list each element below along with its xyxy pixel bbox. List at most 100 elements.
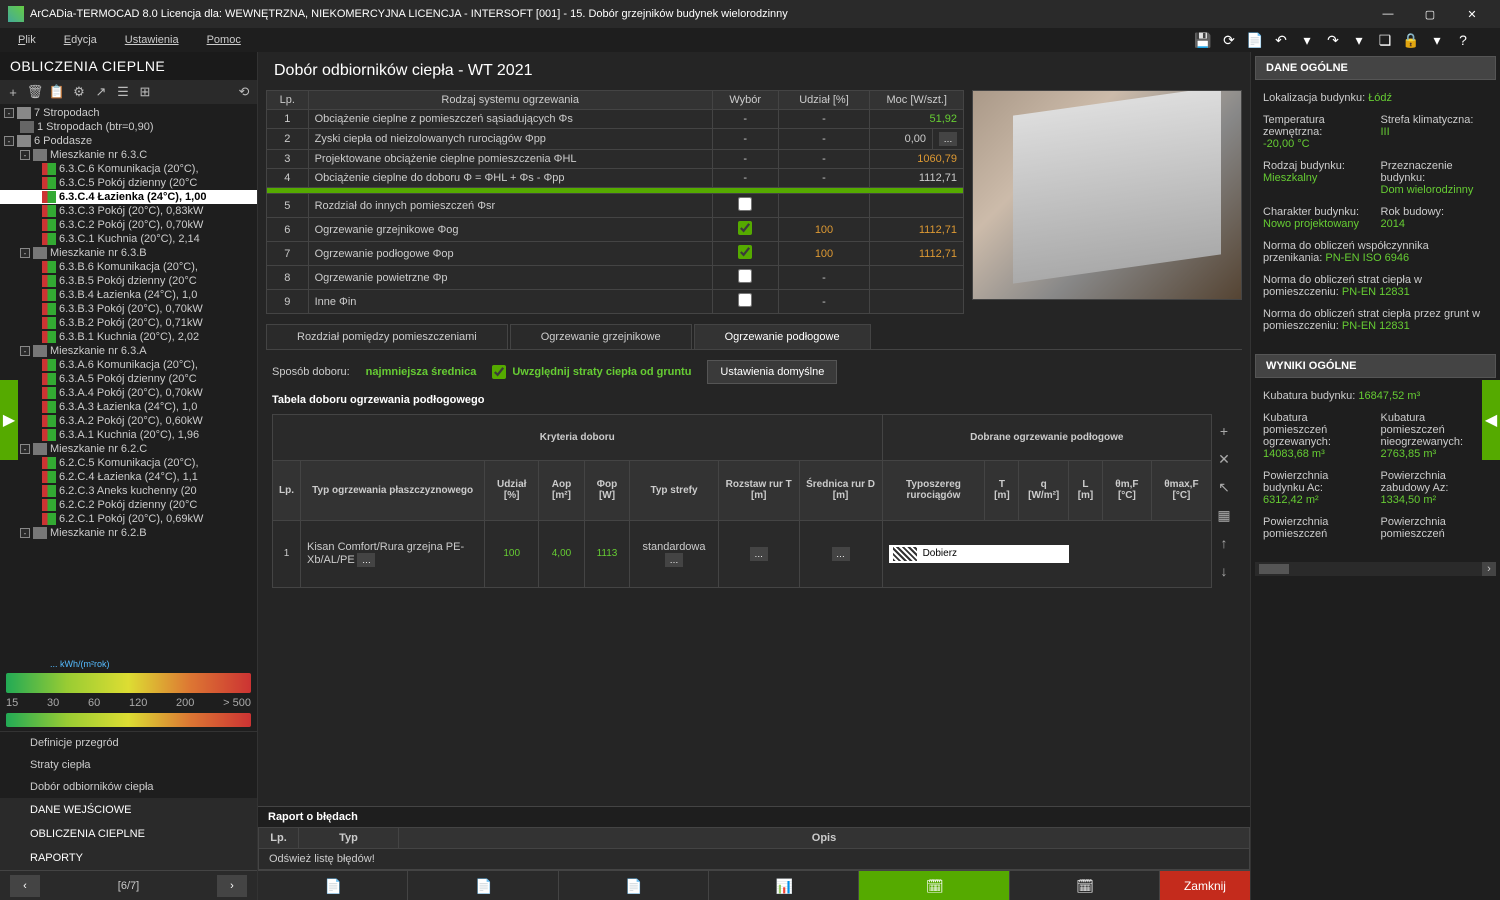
remove-row-icon[interactable]: ✕ [1215,450,1233,468]
tree-node[interactable]: 6.2.C.2 Pokój dzienny (20°C [0,498,257,512]
tree-node[interactable]: -Mieszkanie nr 6.2.C [0,442,257,456]
tab-rozdzial[interactable]: Rozdział pomiędzy pomieszczeniami [266,324,508,349]
edit-button[interactable]: … [939,132,957,146]
pager-next[interactable]: › [217,875,247,897]
tree-node[interactable]: -Mieszkanie nr 6.3.B [0,246,257,260]
bottom-seg-2[interactable]: 📄 [408,871,558,900]
tree-node[interactable]: 6.3.B.3 Pokój (20°C), 0,70kW [0,302,257,316]
move-up-icon[interactable]: ↑ [1215,534,1233,552]
tree-node[interactable]: 6.2.C.4 Łazienka (24°C), 1,1 [0,470,257,484]
undo-dropdown-icon[interactable]: ▾ [1298,31,1316,49]
redo-dropdown-icon[interactable]: ▾ [1350,31,1368,49]
tree-node[interactable]: 6.3.A.6 Komunikacja (20°C), [0,358,257,372]
tree-node[interactable]: -Mieszkanie nr 6.2.B [0,526,257,540]
tree-node[interactable]: 6.3.C.3 Pokój (20°C), 0,83kW [0,204,257,218]
tree-node[interactable]: 6.3.B.6 Komunikacja (20°C), [0,260,257,274]
delete-icon[interactable]: 🗑 [26,83,44,101]
add-icon[interactable]: + [4,83,22,101]
tree-node[interactable]: 6.3.B.2 Pokój (20°C), 0,71kW [0,316,257,330]
layers-icon[interactable]: ❏ [1376,31,1394,49]
tree-node[interactable]: 6.3.B.4 Łazienka (24°C), 1,0 [0,288,257,302]
list-icon[interactable]: ☰ [114,83,132,101]
tree-node[interactable]: -Mieszkanie nr 6.3.C [0,148,257,162]
tree-node[interactable]: 6.3.C.6 Komunikacja (20°C), [0,162,257,176]
section-header[interactable]: DANE WEJŚCIOWE [0,798,257,822]
bottom-seg-6[interactable]: 🗓 [1010,871,1160,900]
type-picker-button[interactable]: … [357,553,375,567]
grunt-checkbox-label[interactable]: Uwzględnij straty ciepła od gruntu [492,365,691,379]
energy-bar-2 [6,713,251,727]
section-item[interactable]: Dobór odbiorników ciepła [0,776,257,798]
bottom-seg-1[interactable]: 📄 [258,871,408,900]
diameter-picker-button[interactable]: … [832,547,850,561]
tree-node[interactable]: 6.2.C.1 Pokój (20°C), 0,69kW [0,512,257,526]
right-edge-handle[interactable]: ◀ [1482,380,1500,460]
zone-picker-button[interactable]: … [665,553,683,567]
tree-node[interactable]: 6.3.C.2 Pokój (20°C), 0,70kW [0,218,257,232]
spacing-picker-button[interactable]: … [750,547,768,561]
tree-node[interactable]: 6.3.A.5 Pokój dzienny (20°C [0,372,257,386]
criteria-row[interactable]: 1 Kisan Comfort/Rura grzejna PE-Xb/AL/PE… [273,520,1212,587]
lock-icon[interactable]: 🔒 [1402,31,1420,49]
tree-node[interactable]: -6 Poddasze [0,134,257,148]
grunt-checkbox[interactable] [492,365,506,379]
right-panel-scrollbar[interactable]: › [1255,562,1496,576]
move-down-icon[interactable]: ↓ [1215,562,1233,580]
save-icon[interactable]: 💾 [1194,31,1212,49]
add-row-icon[interactable]: + [1215,422,1233,440]
pager-prev[interactable]: ‹ [10,875,40,897]
menu-edycja[interactable]: Edycja [54,32,107,48]
pipe-series-input[interactable] [889,545,1069,563]
tool-icon[interactable]: ⚙ [70,83,88,101]
sync-icon[interactable]: ⟲ [235,83,253,101]
tree-node[interactable]: 6.3.B.1 Kuchnia (20°C), 2,02 [0,330,257,344]
tree-node[interactable]: 6.3.C.4 Łazienka (24°C), 1,00 [0,190,257,204]
tree-node[interactable]: 6.3.A.1 Kuchnia (20°C), 1,96 [0,428,257,442]
expand-icon[interactable]: ⊞ [136,83,154,101]
tree-node[interactable]: 6.3.A.3 Łazienka (24°C), 1,0 [0,400,257,414]
tab-podlogowe[interactable]: Ogrzewanie podłogowe [694,324,871,349]
minimize-button[interactable]: — [1368,2,1408,26]
section-item[interactable]: Definicje przegród [0,732,257,754]
tree-node[interactable]: -7 Stropodach [0,106,257,120]
tree-node[interactable]: 6.2.C.5 Komunikacja (20°C), [0,456,257,470]
scroll-thumb[interactable] [1259,564,1289,574]
document-icon[interactable]: 📄 [1246,31,1264,49]
tree-node[interactable]: 6.2.C.3 Aneks kuchenny (20 [0,484,257,498]
default-settings-button[interactable]: Ustawienia domyślne [707,360,837,384]
tab-grzejnikowe[interactable]: Ogrzewanie grzejnikowe [510,324,692,349]
menu-plik[interactable]: Plik [8,32,46,48]
tree-node[interactable]: 6.3.B.5 Pokój dzienny (20°C [0,274,257,288]
grid-icon[interactable]: ▦ [1215,506,1233,524]
section-header[interactable]: RAPORTY [0,846,257,870]
bottom-seg-5-active[interactable]: 🗓 [859,871,1009,900]
close-window-button[interactable]: ✕ [1452,2,1492,26]
tree-node[interactable]: 6.3.C.5 Pokój dzienny (20°C [0,176,257,190]
lock-dropdown-icon[interactable]: ▾ [1428,31,1446,49]
refresh-icon[interactable]: ⟳ [1220,31,1238,49]
copy-icon[interactable]: 📋 [48,83,66,101]
redo-icon[interactable]: ↷ [1324,31,1342,49]
menu-pomoc[interactable]: Pomoc [197,32,251,48]
tree-node[interactable]: 6.3.A.2 Pokój (20°C), 0,60kW [0,414,257,428]
tree-node[interactable]: 6.3.A.4 Pokój (20°C), 0,70kW [0,386,257,400]
scroll-right-arrow[interactable]: › [1482,562,1496,576]
tree-node[interactable]: 6.3.C.1 Kuchnia (20°C), 2,14 [0,232,257,246]
navigation-tree[interactable]: -7 Stropodach1 Stropodach (btr=0,90)-6 P… [0,104,257,659]
bottom-seg-3[interactable]: 📄 [559,871,709,900]
section-item[interactable]: Straty ciepła [0,754,257,776]
undo-icon[interactable]: ↶ [1272,31,1290,49]
maximize-button[interactable]: ▢ [1410,2,1450,26]
bottom-seg-4[interactable]: 📊 [709,871,859,900]
left-edge-handle[interactable]: ▶ [0,380,18,460]
sposob-value[interactable]: najmniejsza średnica [366,366,477,378]
tree-node[interactable]: -Mieszkanie nr 6.3.A [0,344,257,358]
zamknij-button[interactable]: Zamknij [1160,871,1250,900]
pipe-series-field[interactable] [923,548,1065,559]
menu-ustawienia[interactable]: Ustawienia [115,32,189,48]
section-header[interactable]: OBLICZENIA CIEPLNE [0,822,257,846]
arrow-icon[interactable]: ↗ [92,83,110,101]
help-icon[interactable]: ? [1454,31,1472,49]
select-icon[interactable]: ↖ [1215,478,1233,496]
tree-node[interactable]: 1 Stropodach (btr=0,90) [0,120,257,134]
